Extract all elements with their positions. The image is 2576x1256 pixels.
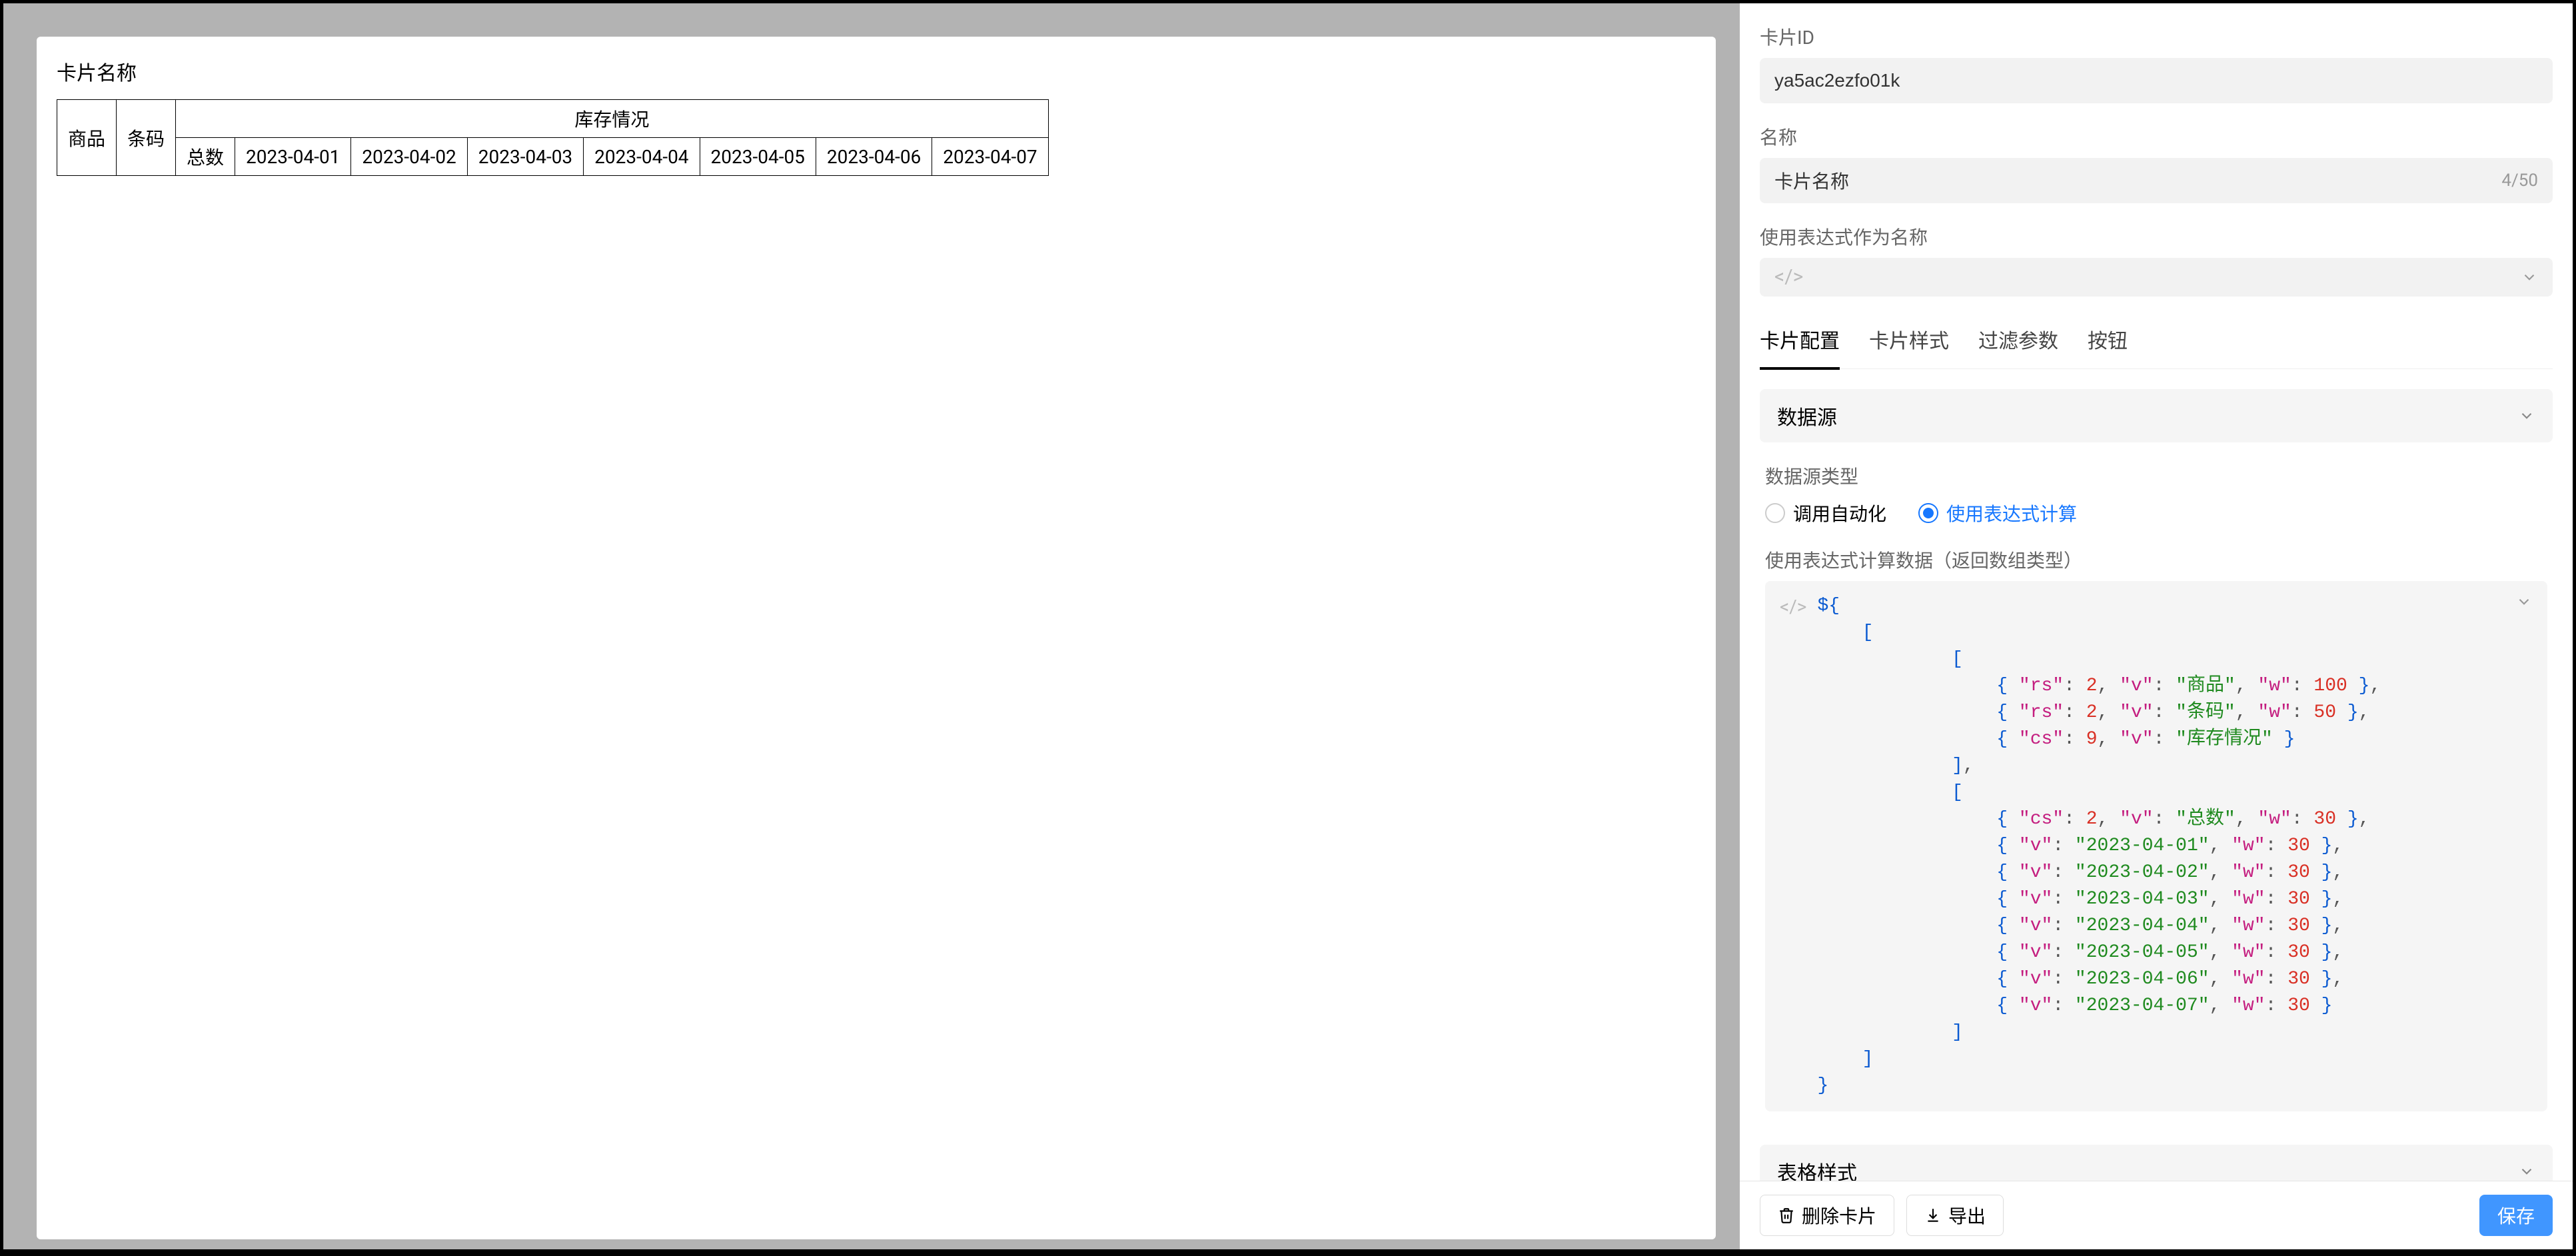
preview-table: 商品 条码 库存情况 总数 2023-04-01 2023-04-02 2023… — [57, 99, 1049, 176]
delete-card-label: 删除卡片 — [1802, 1202, 1876, 1229]
card-id-input[interactable] — [1760, 58, 2553, 103]
delete-card-button[interactable]: 删除卡片 — [1760, 1195, 1894, 1236]
preview-pane: 卡片名称 商品 条码 库存情况 总数 2023-04-01 2023-04-02… — [3, 3, 1740, 1249]
th-stock: 库存情况 — [176, 100, 1049, 138]
download-icon — [1924, 1207, 1942, 1224]
th-date: 2023-04-01 — [235, 138, 351, 176]
radio-on-icon — [1918, 503, 1938, 523]
card-title: 卡片名称 — [57, 57, 1696, 86]
expression-icon: </> — [1774, 267, 1803, 287]
section-table-style-title: 表格样式 — [1777, 1157, 1857, 1181]
expression-icon: </> — [1780, 593, 1806, 1099]
th-date: 2023-04-06 — [816, 138, 932, 176]
section-datasource-title: 数据源 — [1777, 401, 1837, 430]
th-date: 2023-04-04 — [584, 138, 700, 176]
th-date: 2023-04-05 — [700, 138, 816, 176]
radio-expression[interactable]: 使用表达式计算 — [1918, 500, 2077, 526]
th-date: 2023-04-02 — [351, 138, 467, 176]
chevron-down-icon — [2521, 269, 2538, 286]
chevron-down-icon — [2518, 407, 2535, 424]
label-expr-data: 使用表达式计算数据（返回数组类型） — [1765, 546, 2547, 573]
expression-editor[interactable]: </> ${ [ [ { "rs": 2, "v": "商品", "w": 10… — [1765, 581, 2547, 1111]
expression-code: ${ [ [ { "rs": 2, "v": "商品", "w": 100 },… — [1817, 593, 2505, 1099]
tab-card-style[interactable]: 卡片样式 — [1869, 316, 1949, 368]
config-pane: 卡片ID 名称 4/50 使用表达式作为名称 </> — [1740, 3, 2573, 1249]
export-button[interactable]: 导出 — [1906, 1195, 2004, 1236]
th-date: 2023-04-03 — [467, 138, 583, 176]
radio-automation[interactable]: 调用自动化 — [1765, 500, 1886, 526]
th-product: 商品 — [57, 100, 117, 176]
label-expr-name: 使用表达式作为名称 — [1760, 223, 2553, 250]
name-input[interactable] — [1760, 158, 2553, 203]
label-name: 名称 — [1760, 123, 2553, 150]
footer-bar: 删除卡片 导出 保存 — [1740, 1181, 2573, 1249]
radio-automation-label: 调用自动化 — [1793, 500, 1886, 526]
tab-filter-params[interactable]: 过滤参数 — [1978, 316, 2058, 368]
tab-button[interactable]: 按钮 — [2088, 316, 2128, 368]
chevron-down-icon — [2518, 1163, 2535, 1180]
save-label: 保存 — [2497, 1202, 2535, 1229]
chevron-down-icon — [2515, 593, 2533, 1099]
expr-name-select[interactable]: </> — [1760, 258, 2553, 297]
name-char-count: 4/50 — [2501, 171, 2538, 191]
th-barcode: 条码 — [117, 100, 176, 176]
trash-icon — [1778, 1207, 1795, 1224]
th-date: 2023-04-07 — [932, 138, 1048, 176]
section-table-style-header[interactable]: 表格样式 — [1760, 1145, 2553, 1181]
tab-card-config[interactable]: 卡片配置 — [1760, 316, 1840, 370]
th-total: 总数 — [176, 138, 235, 176]
section-datasource-body: 数据源类型 调用自动化 使用表达式计算 使用表达式计算数据（返回数组类型） </… — [1760, 442, 2553, 1131]
export-label: 导出 — [1948, 1202, 1986, 1229]
label-datasource-type: 数据源类型 — [1765, 462, 2547, 489]
section-datasource-header[interactable]: 数据源 — [1760, 389, 2553, 442]
save-button[interactable]: 保存 — [2479, 1195, 2553, 1236]
card-preview: 卡片名称 商品 条码 库存情况 总数 2023-04-01 2023-04-02… — [37, 37, 1716, 1239]
radio-off-icon — [1765, 503, 1785, 523]
label-card-id: 卡片ID — [1760, 23, 2553, 50]
radio-expression-label: 使用表达式计算 — [1946, 500, 2077, 526]
config-tabs: 卡片配置 卡片样式 过滤参数 按钮 — [1760, 316, 2553, 369]
